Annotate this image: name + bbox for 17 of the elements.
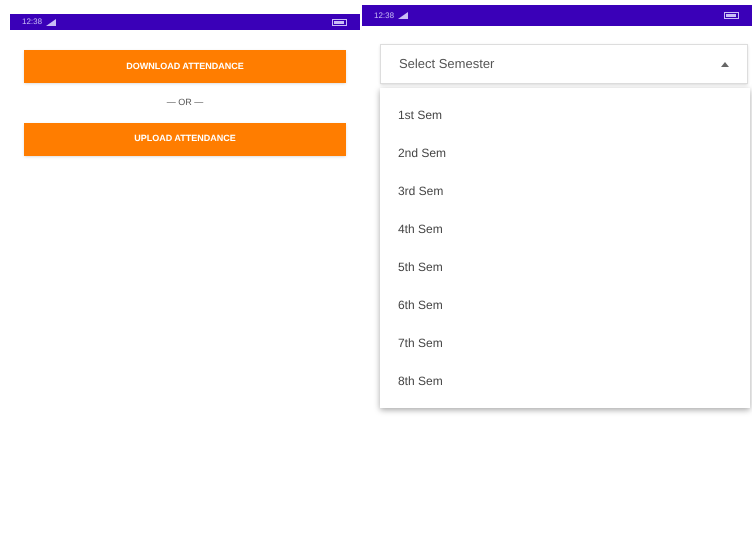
status-time: 12:38 xyxy=(374,10,394,22)
semester-option[interactable]: 8th Sem xyxy=(380,362,750,400)
semester-option[interactable]: 1st Sem xyxy=(380,96,750,134)
semester-option[interactable]: 5th Sem xyxy=(380,248,750,286)
semester-option[interactable]: 2nd Sem xyxy=(380,134,750,172)
semester-dropdown[interactable]: Select Semester xyxy=(380,44,748,84)
semester-option[interactable]: 6th Sem xyxy=(380,286,750,324)
status-time: 12:38 xyxy=(22,16,42,28)
battery-icon xyxy=(332,18,348,26)
semester-option[interactable]: 3rd Sem xyxy=(380,172,750,210)
or-separator: — OR — xyxy=(166,96,204,109)
semester-option[interactable]: 4th Sem xyxy=(380,210,750,248)
battery-icon xyxy=(724,12,740,19)
semester-option[interactable]: 7th Sem xyxy=(380,324,750,362)
signal-icon xyxy=(398,12,408,19)
signal-icon xyxy=(46,18,56,26)
caret-icon xyxy=(721,62,729,66)
